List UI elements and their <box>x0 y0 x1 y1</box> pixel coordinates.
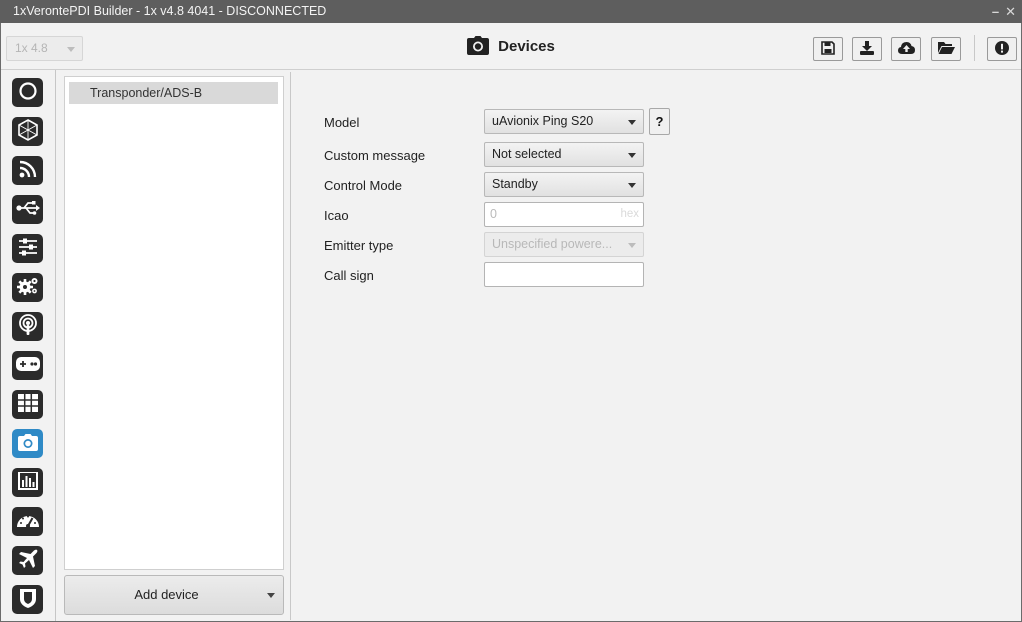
control-mode-select[interactable]: Standby <box>484 172 644 197</box>
version-select-value: 1x 4.8 <box>15 41 48 55</box>
usb-icon <box>15 200 40 219</box>
app-body: 1x 4.8 Devices Transponder/ADS-B Add dev… <box>1 23 1021 621</box>
sidebar-item-grid[interactable] <box>12 390 43 419</box>
model-select[interactable]: uAvionix Ping S20 <box>484 109 644 134</box>
sidebar-item-security[interactable] <box>12 585 43 614</box>
download-button[interactable] <box>852 37 882 61</box>
icao-input[interactable]: 0 hex <box>484 202 644 227</box>
sidebar <box>1 70 56 621</box>
chevron-down-icon <box>628 183 636 188</box>
emitter-type-label: Emitter type <box>324 238 394 253</box>
custom-message-label: Custom message <box>324 148 426 163</box>
chevron-down-icon <box>628 120 636 125</box>
gamepad-icon <box>15 357 40 374</box>
hexagon-icon <box>17 119 39 144</box>
save-icon <box>821 40 835 58</box>
sidebar-item-usb[interactable] <box>12 195 43 224</box>
version-select[interactable]: 1x 4.8 <box>6 36 83 61</box>
page-title-text: Devices <box>498 38 555 55</box>
airplane-icon <box>18 549 38 572</box>
sidebar-item-dashboard[interactable] <box>12 507 43 536</box>
icao-unit: hex <box>620 208 639 220</box>
chevron-down-icon <box>67 47 75 52</box>
control-mode-label: Control Mode <box>324 178 403 193</box>
open-folder-button[interactable] <box>931 37 961 61</box>
camera-icon <box>17 433 38 454</box>
device-settings-panel: Model uAvionix Ping S20 ? Custom message… <box>294 70 1021 621</box>
add-device-button[interactable]: Add device <box>64 575 284 615</box>
custom-message-select[interactable]: Not selected <box>484 142 644 167</box>
sidebar-item-devices[interactable] <box>12 429 43 458</box>
window-titlebar: 1xVerontePDI Builder - 1x v4.8 4041 - DI… <box>0 0 1022 23</box>
device-list: Transponder/ADS-B <box>64 76 284 570</box>
grid-icon <box>17 394 38 415</box>
window-title: 1xVerontePDI Builder - 1x v4.8 4041 - DI… <box>13 4 327 18</box>
model-help-button[interactable]: ? <box>649 108 670 135</box>
emitter-type-select-value: Unspecified powere... <box>492 237 613 251</box>
custom-message-select-value: Not selected <box>492 147 562 161</box>
sidebar-item-hexagon[interactable] <box>12 117 43 146</box>
model-label: Model <box>324 115 360 130</box>
sidebar-item-charts[interactable] <box>12 468 43 497</box>
sidebar-item-flight[interactable] <box>12 546 43 575</box>
device-list-item[interactable]: Transponder/ADS-B <box>69 82 278 104</box>
rss-icon <box>19 160 37 181</box>
close-button[interactable]: ✕ <box>1005 0 1016 23</box>
sliders-icon <box>18 238 38 259</box>
download-icon <box>860 40 874 58</box>
sidebar-item-configuration[interactable] <box>12 273 43 302</box>
chevron-down-icon[interactable] <box>267 593 275 598</box>
cloud-upload-icon <box>897 41 915 57</box>
sidebar-item-broadcast[interactable] <box>12 312 43 341</box>
power-icon <box>18 81 38 104</box>
sidebar-item-settings[interactable] <box>12 234 43 263</box>
bar-chart-icon <box>17 472 38 493</box>
podcast-icon <box>18 314 38 339</box>
sidebar-item-feed[interactable] <box>12 156 43 185</box>
call-sign-input[interactable] <box>484 262 644 287</box>
sidebar-item-controls[interactable] <box>12 351 43 380</box>
camera-icon <box>467 35 490 58</box>
minimize-button[interactable]: – <box>992 0 999 23</box>
sidebar-item-power[interactable] <box>12 78 43 107</box>
toolbar-divider <box>974 35 975 61</box>
icao-input-value: 0 <box>490 207 497 221</box>
alert-icon <box>995 40 1009 58</box>
cloud-upload-button[interactable] <box>891 37 921 61</box>
save-button[interactable] <box>813 37 843 61</box>
gears-icon <box>16 276 39 299</box>
control-mode-select-value: Standby <box>492 177 538 191</box>
call-sign-label: Call sign <box>324 268 374 283</box>
window-controls: – ✕ <box>992 0 1016 23</box>
device-list-panel: Transponder/ADS-B Add device <box>58 72 291 620</box>
emitter-type-select: Unspecified powere... <box>484 232 644 257</box>
add-device-label: Add device <box>134 587 199 602</box>
dashboard-icon <box>16 511 39 532</box>
model-select-value: uAvionix Ping S20 <box>492 114 594 128</box>
chevron-down-icon <box>628 153 636 158</box>
icao-label: Icao <box>324 208 349 223</box>
shield-icon <box>19 588 36 611</box>
alert-button[interactable] <box>987 37 1017 61</box>
folder-open-icon <box>937 41 955 57</box>
top-toolbar: 1x 4.8 Devices <box>1 23 1021 70</box>
chevron-down-icon <box>628 243 636 248</box>
